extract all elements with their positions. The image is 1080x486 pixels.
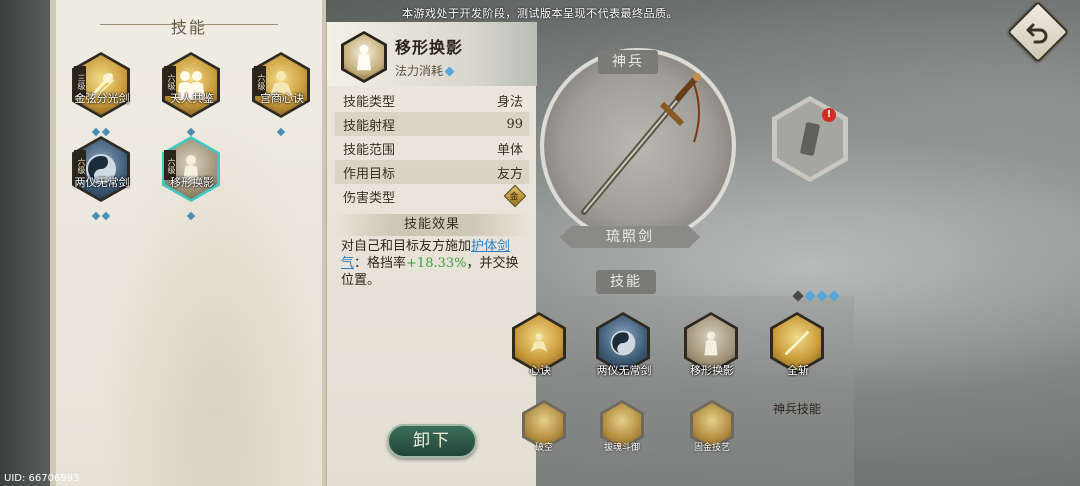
yin-yang-icon [610, 330, 636, 356]
sub-skill-2[interactable]: 拔魂斗御 [600, 400, 644, 453]
sword-icon [784, 330, 810, 356]
skill-list-panel: 技能 三级 金弦分光剑 六级 天人共鉴 六级 宫商心诀 六级 两仪无常剑 六级 … [50, 0, 326, 486]
weapon-display[interactable] [540, 48, 736, 244]
skill-slot-jinxian[interactable]: 三级 金弦分光剑 [72, 52, 132, 137]
equipped-skill-3[interactable]: 移形换影 [684, 312, 740, 396]
attr-value: 单体 [496, 142, 523, 158]
detail-skill-name: 移形换影 [395, 38, 464, 57]
figure-silhouette-icon [356, 44, 372, 71]
equipped-skills-title: 技能 [596, 270, 656, 294]
mana-cost-label: 法力消耗 [395, 62, 455, 79]
skill-gems [162, 204, 220, 223]
attr-label: 作用目标 [343, 166, 396, 182]
equipped-skill-1[interactable]: 心诀 [512, 312, 568, 396]
return-arrow-icon [1026, 23, 1048, 44]
detail-skill-icon [341, 31, 387, 83]
attr-value: 身法 [496, 94, 523, 110]
attr-label: 技能类型 [343, 94, 396, 110]
effect-description: 对自己和目标友方施加护体剑气：格挡率+18.33%，并交换位置。 [341, 238, 527, 289]
sword-icon [581, 73, 701, 215]
attr-row-target: 作用目标 友方 [335, 160, 529, 184]
sub-skill-name: 固金技艺 [693, 443, 730, 453]
skill-name: 金弦分光剑 [74, 92, 130, 105]
sub-skill-1[interactable]: 破空 [522, 400, 566, 453]
unequip-button[interactable]: 卸下 [387, 424, 477, 458]
talisman-icon [800, 122, 820, 156]
weapon-name: 琉照剑 [560, 226, 700, 248]
attr-row-range: 技能射程 99 [335, 112, 529, 136]
gem-blue-icon [828, 290, 840, 302]
element-glyph: 金 [510, 192, 520, 203]
equipped-skill-name: 两仪无常剑 [596, 364, 652, 377]
skill-slot-tianren[interactable]: 六级 天人共鉴 [162, 52, 222, 137]
skill-detail-panel: 移形换影 法力消耗 技能类型 身法 技能射程 99 技能范围 单体 作用目标 友… [326, 22, 537, 486]
weapon-skill-label: 神兵技能 [772, 402, 821, 416]
weapon-skill-slot[interactable]: 全斩 [770, 312, 826, 396]
alert-badge-icon: ! [822, 108, 836, 122]
equipped-skill-name: 全斩 [787, 364, 809, 377]
weapon-section-title: 神兵 [598, 50, 658, 74]
meditating-figure-icon [530, 333, 548, 353]
metal-element-icon: 金 [503, 184, 527, 208]
attr-row-area: 技能范围 单体 [335, 136, 529, 160]
skill-slot-yixing[interactable]: 六级 移形换影 [162, 136, 222, 221]
effect-value: +18.33% [406, 256, 467, 271]
skill-name: 移形换影 [170, 176, 214, 189]
effect-text-pre: 对自己和目标友方施加 [341, 239, 472, 254]
attr-value: 99 [506, 116, 523, 132]
effect-text-mid: ：格挡率 [354, 256, 407, 271]
attr-row-damage: 伤害类型 金 [335, 184, 529, 208]
attr-row-type: 技能类型 身法 [335, 88, 529, 112]
skill-slot-gongshang[interactable]: 六级 宫商心诀 [252, 52, 312, 137]
figure-silhouette-icon [704, 331, 718, 356]
gem-empty-icon [792, 290, 804, 302]
skill-name: 两仪无常剑 [74, 176, 130, 189]
skill-gems [252, 120, 310, 139]
mana-cost-text: 法力消耗 [395, 64, 444, 78]
skill-name: 宫商心诀 [260, 92, 304, 105]
skill-panel-title: 技能 [170, 18, 207, 37]
skill-attributes: 技能类型 身法 技能射程 99 技能范围 单体 作用目标 友方 伤害类型 金 [335, 88, 529, 208]
slot-gems [792, 285, 842, 304]
attr-label: 伤害类型 [343, 190, 396, 206]
skill-gems [72, 204, 130, 223]
sub-skill-3[interactable]: 固金技艺 [690, 400, 734, 453]
skill-slot-liangyi[interactable]: 六级 两仪无常剑 [72, 136, 132, 221]
skill-name: 天人共鉴 [170, 92, 214, 105]
sub-skill-name: 破空 [534, 443, 553, 453]
mana-gem-icon [444, 66, 455, 77]
effect-title: 技能效果 [335, 214, 529, 236]
user-id: UID: 66706993 [4, 473, 80, 484]
equipped-skill-2[interactable]: 两仪无常剑 [596, 312, 652, 396]
gem-blue-icon [816, 290, 828, 302]
attr-value: 友方 [496, 166, 523, 182]
equipped-skill-name: 心诀 [529, 364, 551, 377]
left-edge-shadow [0, 0, 50, 486]
attr-label: 技能范围 [343, 142, 396, 158]
equipped-skill-name: 移形换影 [690, 364, 734, 377]
gem-blue-icon [804, 290, 816, 302]
sub-skill-name: 拔魂斗御 [603, 443, 640, 453]
title-ornament-right [198, 24, 278, 25]
attr-label: 技能射程 [343, 118, 396, 134]
